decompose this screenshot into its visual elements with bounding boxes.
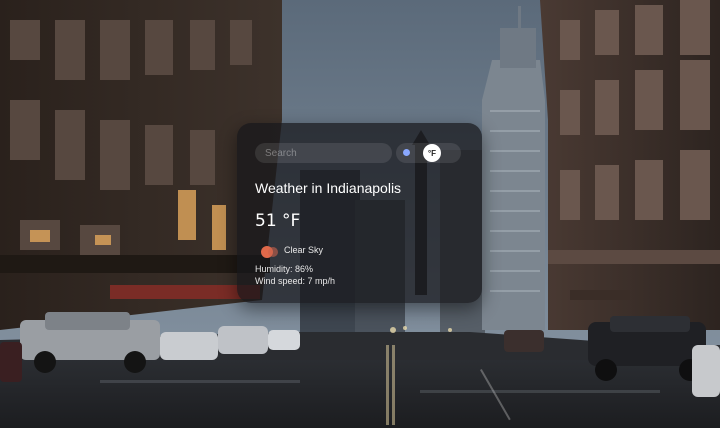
temperature: 51 °F xyxy=(255,211,301,231)
unit-toggle[interactable]: °F xyxy=(396,143,461,163)
humidity-text: Humidity: 86% xyxy=(255,264,314,274)
search-row: °F xyxy=(255,143,465,163)
wind-speed-text: Wind speed: 7 mp/h xyxy=(255,276,336,286)
city-title: Weather in Indianapolis xyxy=(255,180,402,196)
weather-widget: °F Weather in Indianapolis 51 °F Clear S… xyxy=(237,123,482,303)
toggle-indicator-dot xyxy=(403,149,410,156)
weather-sun-icon xyxy=(261,245,279,258)
condition-text: Clear Sky xyxy=(284,245,324,255)
search-input[interactable] xyxy=(255,143,392,163)
unit-toggle-knob: °F xyxy=(423,144,441,162)
